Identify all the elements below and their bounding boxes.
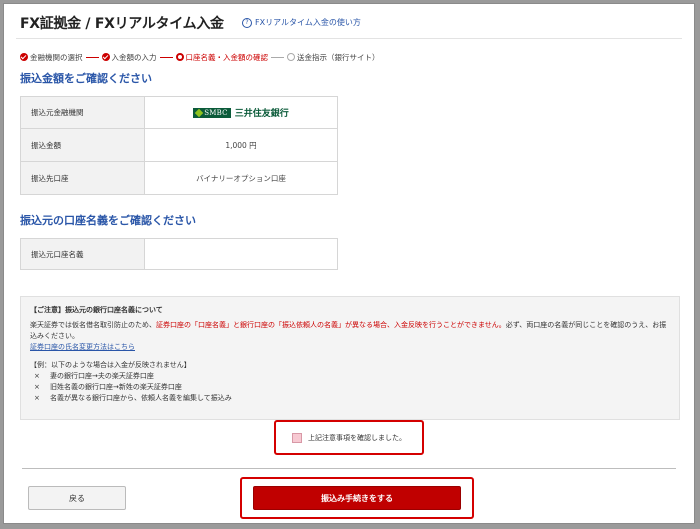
notice-body-warning: 証券口座の「口座名義」と銀行口座の「振込依頼人の名義」が異なる場合、入金反映を行… — [156, 321, 506, 329]
account-section-heading: 振込元の口座名義をご確認ください — [20, 214, 196, 227]
example-text: 妻の銀行口座→夫の楽天証券口座 — [50, 372, 154, 380]
proceed-transfer-button[interactable]: 振込み手続きをする — [253, 486, 461, 510]
cross-icon: × — [34, 383, 40, 391]
transfer-section-heading: 振込金額をご確認ください — [20, 72, 152, 85]
notice-body: 楽天証券では仮名借名取引防止のため、証券口座の「口座名義」と銀行口座の「振込依頼… — [30, 320, 670, 342]
account-holder-value — [144, 238, 338, 270]
confirm-checkbox-label: 上記注意事項を確認しました。 — [308, 433, 406, 442]
step-pending-icon — [287, 53, 295, 61]
leaf-icon — [195, 108, 204, 117]
title-divider — [16, 38, 682, 39]
source-bank-label: 振込元金融機関 — [20, 96, 145, 129]
step-connector — [159, 56, 173, 58]
confirm-notice-checkbox-row[interactable]: 上記注意事項を確認しました。 — [274, 420, 424, 455]
deposit-confirm-window: FX証拠金 / FXリアルタイム入金 ? FXリアルタイム入金の使い方 金融機関… — [3, 3, 695, 524]
account-holder-label: 振込元口座名義 — [20, 238, 145, 270]
table-row: 振込元口座名義 — [20, 238, 338, 270]
table-row: 振込元金融機関 SMBC 三井住友銀行 — [20, 96, 338, 129]
step-2-label: 入金額の入力 — [111, 52, 157, 62]
step-connector — [85, 56, 99, 58]
account-name-table: 振込元口座名義 — [20, 238, 338, 270]
example-text: 名義が異なる銀行口座から、依頼人名義を編集して振込み — [50, 394, 232, 402]
smbc-mark: SMBC — [193, 107, 231, 118]
notice-spacer — [30, 353, 670, 360]
question-circle-icon: ? — [242, 17, 252, 28]
table-row: 振込先口座 バイナリーオプション口座 — [20, 161, 338, 195]
step-3-label: 口座名義・入金額の確認 — [185, 52, 269, 62]
amount-value: 1,000 円 — [144, 128, 338, 162]
source-bank-value: SMBC 三井住友銀行 — [144, 96, 338, 129]
cross-icon: × — [34, 372, 40, 380]
help-link-label: FXリアルタイム入金の使い方 — [255, 18, 361, 27]
cross-icon: × — [34, 394, 40, 402]
step-done-check-icon — [101, 53, 110, 61]
smbc-logo: SMBC 三井住友銀行 — [193, 106, 289, 119]
step-connector — [271, 56, 284, 58]
progress-steps: 金融機関の選択 入金額の入力 口座名義・入金額の確認 送金指示（銀行サイト） — [20, 51, 380, 63]
step-4-label: 送金指示（銀行サイト） — [297, 52, 380, 62]
amount-label: 振込金額 — [20, 128, 145, 162]
list-item: × 名義が異なる銀行口座から、依頼人名義を編集して振込み — [30, 393, 670, 404]
destination-account-label: 振込先口座 — [20, 161, 145, 195]
back-button[interactable]: 戻る — [28, 486, 126, 510]
smbc-logo-text: SMBC — [204, 108, 228, 117]
step-current-icon — [175, 53, 184, 61]
help-link[interactable]: ? FXリアルタイム入金の使い方 — [242, 17, 361, 28]
footer-divider — [22, 468, 676, 469]
transfer-details-table: 振込元金融機関 SMBC 三井住友銀行 振込金額 1,000 円 振込先口座 バ… — [20, 96, 338, 195]
destination-account-value: バイナリーオプション口座 — [144, 161, 338, 195]
confirm-checkbox[interactable] — [292, 432, 302, 443]
bank-name: 三井住友銀行 — [234, 109, 289, 119]
notice-title: 【ご注意】振込元の銀行口座名義について — [30, 306, 163, 314]
list-item: × 旧姓名義の銀行口座→新姓の楽天証券口座 — [30, 382, 670, 393]
notice-body-prefix: 楽天証券では仮名借名取引防止のため、 — [30, 321, 156, 329]
name-change-link[interactable]: 証券口座の氏名変更方法はこちら — [30, 343, 135, 351]
examples-title: 【例：以下のような場合は入金が反映されません】 — [30, 361, 191, 369]
proceed-highlight: 振込み手続きをする — [240, 477, 474, 519]
page-title: FX証拠金 / FXリアルタイム入金 — [20, 16, 224, 32]
list-item: × 妻の銀行口座→夫の楽天証券口座 — [30, 371, 670, 382]
step-1-label: 金融機関の選択 — [30, 52, 83, 62]
example-text: 旧姓名義の銀行口座→新姓の楽天証券口座 — [50, 383, 182, 391]
table-row: 振込金額 1,000 円 — [20, 128, 338, 162]
name-warning-notice: 【ご注意】振込元の銀行口座名義について 楽天証券では仮名借名取引防止のため、証券… — [20, 296, 680, 420]
step-done-check-icon — [20, 53, 28, 61]
